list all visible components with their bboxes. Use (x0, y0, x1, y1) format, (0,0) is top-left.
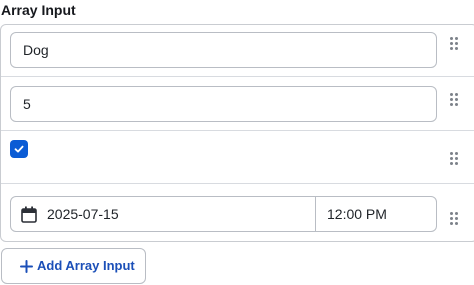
section-title: Array Input (1, 2, 76, 18)
array-item-number (1, 77, 474, 131)
add-array-input-label: Add Array Input (37, 258, 135, 273)
drag-handle-icon[interactable] (450, 152, 460, 166)
drag-handle-icon[interactable] (450, 37, 460, 51)
array-item-checkbox (1, 131, 474, 184)
checkmark-icon (14, 145, 24, 153)
array-item-datetime: 2025-07-15 12:00 PM (1, 184, 474, 242)
date-input[interactable]: 2025-07-15 (11, 197, 316, 231)
drag-handle-icon[interactable] (450, 93, 460, 107)
drag-handle-icon[interactable] (450, 212, 460, 226)
time-input[interactable]: 12:00 PM (316, 197, 436, 231)
text-field-wrapper (10, 32, 437, 68)
add-array-input-button[interactable]: Add Array Input (1, 248, 146, 284)
number-input[interactable] (12, 88, 435, 120)
calendar-icon (21, 206, 37, 223)
date-value: 2025-07-15 (47, 206, 119, 222)
text-input[interactable] (12, 34, 435, 66)
array-item-text (1, 25, 474, 77)
array-input-list: 2025-07-15 12:00 PM (0, 24, 474, 242)
plus-icon (20, 260, 33, 273)
datetime-field: 2025-07-15 12:00 PM (10, 196, 437, 232)
checkbox[interactable] (10, 140, 28, 158)
time-value: 12:00 PM (327, 206, 387, 222)
number-field-wrapper (10, 86, 437, 122)
